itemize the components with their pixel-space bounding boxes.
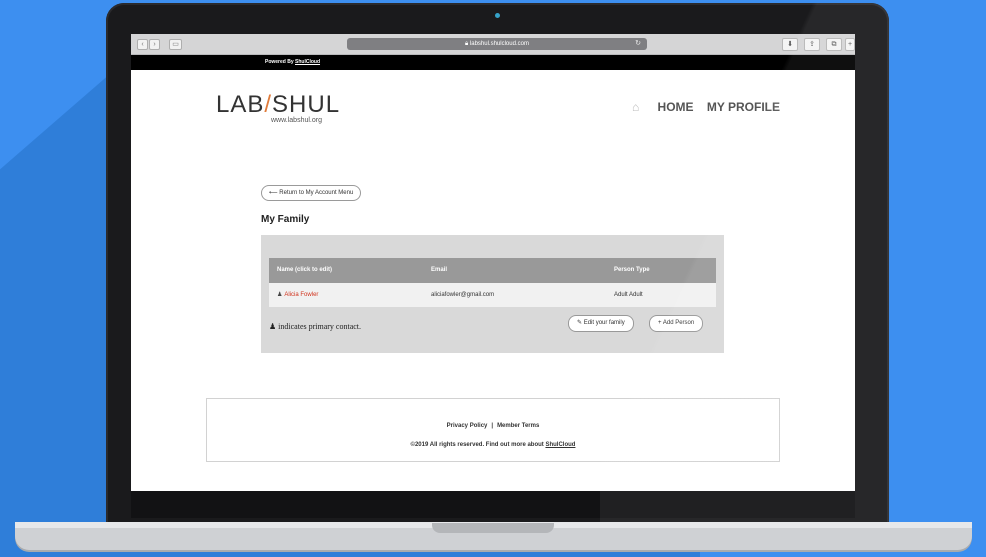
home-icon: ⌂ (631, 100, 640, 114)
return-button[interactable]: ⟵ Return to My Account Menu (261, 185, 362, 201)
browser-toolbar: ‹ › ▭ 🔒︎ labshul.shulcloud.com ↻ ⬇ ⇪ ⧉ + (131, 34, 855, 55)
member-email: aliciafowler@gmail.com (431, 292, 495, 298)
chevron-right-icon[interactable]: › (149, 39, 160, 50)
screen-bottom-bezel (131, 491, 855, 518)
plus-icon: + (658, 320, 662, 326)
nav-my-profile[interactable]: MY PROFILE (707, 100, 780, 114)
page-title: My Family (261, 214, 310, 225)
copyright: ©2019 All rights reserved. Find out more… (410, 442, 576, 448)
lock-icon: 🔒︎ (465, 41, 469, 47)
shulcloud-link[interactable]: ShulCloud (295, 59, 320, 65)
person-icon: ♟ (269, 322, 277, 331)
reload-icon[interactable]: ↻ (635, 38, 641, 50)
logo-url: www.labshul.org (271, 117, 322, 124)
address-bar[interactable]: 🔒︎ labshul.shulcloud.com ↻ (347, 38, 647, 50)
footer-links: Privacy Policy | Member Terms (207, 423, 779, 429)
table-row: ♟ Alicia Fowler aliciafowler@gmail.com Ad… (269, 283, 716, 307)
nav-home[interactable]: HOME (658, 100, 694, 114)
pencil-icon: ✎ (577, 320, 583, 326)
browser-screen: ‹ › ▭ 🔒︎ labshul.shulcloud.com ↻ ⬇ ⇪ ⧉ +… (131, 34, 855, 491)
table-header: Name (click to edit) Email Person Type (269, 258, 716, 283)
add-person-button[interactable]: + Add Person (649, 315, 704, 332)
primary-contact-note: ♟ indicates primary contact. (269, 322, 362, 331)
download-icon[interactable]: ⬇ (782, 38, 798, 51)
sidebar-icon[interactable]: ▭ (169, 39, 182, 50)
column-header-person-type: Person Type (614, 267, 650, 273)
site-logo[interactable]: LAB/SHUL (216, 91, 340, 119)
powered-by-bar: Powered By ShulCloud (131, 55, 855, 70)
footer-shulcloud-link[interactable]: ShulCloud (545, 442, 575, 448)
member-name[interactable]: ♟ Alicia Fowler (277, 283, 318, 307)
new-tab-icon[interactable]: + (845, 38, 855, 51)
camera-dot (495, 13, 500, 18)
tabs-icon[interactable]: ⧉ (826, 38, 842, 51)
member-terms-link[interactable]: Member Terms (497, 423, 539, 429)
footer: Privacy Policy | Member Terms ©2019 All ri… (206, 398, 780, 462)
person-icon: ♟ (277, 292, 283, 298)
url-text: labshul.shulcloud.com (469, 41, 529, 47)
main-nav: ⌂ HOME MY PROFILE (632, 100, 780, 114)
arrow-left-icon: ⟵ (269, 190, 280, 196)
column-header-name: Name (click to edit) (277, 267, 333, 273)
privacy-policy-link[interactable]: Privacy Policy (447, 423, 488, 429)
powered-by-text: Powered By (265, 59, 294, 65)
family-panel: Name (click to edit) Email Person Type ♟… (261, 235, 724, 353)
laptop-notch (432, 523, 554, 533)
chevron-left-icon[interactable]: ‹ (137, 39, 148, 50)
share-icon[interactable]: ⇪ (804, 38, 820, 51)
member-person-type: Adult Adult (614, 292, 643, 298)
edit-family-button[interactable]: ✎ Edit your family (568, 315, 634, 332)
footer-separator: | (491, 423, 494, 429)
column-header-email: Email (431, 267, 448, 273)
